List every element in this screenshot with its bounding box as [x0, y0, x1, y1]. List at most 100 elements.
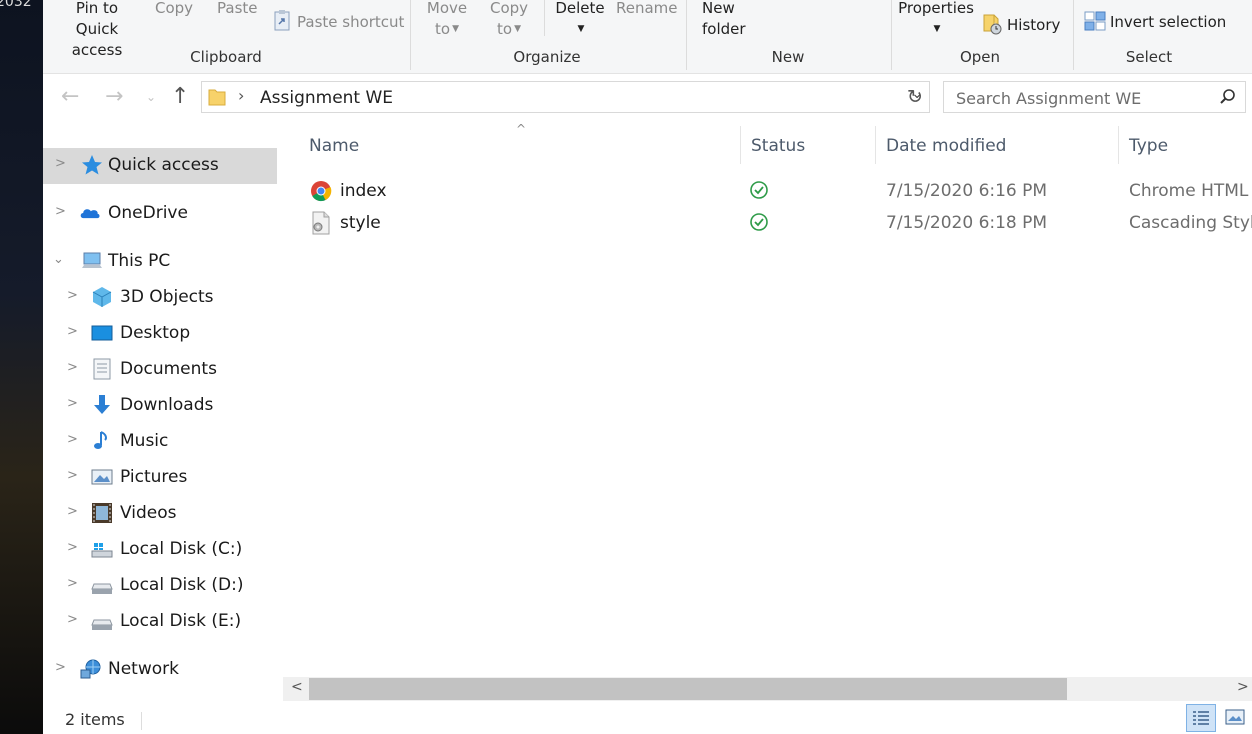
file-type: Cascading Style — [1129, 213, 1252, 233]
sidebar-item-label: OneDrive — [108, 203, 188, 223]
sidebar-item-network[interactable]: > Network — [43, 652, 277, 688]
sidebar-item-this-pc[interactable]: ⌄ This PC — [43, 244, 277, 280]
chevron-right-icon[interactable]: > — [67, 540, 78, 555]
windows-drive-icon — [91, 543, 113, 558]
chevron-right-icon[interactable]: > — [67, 576, 78, 591]
chevron-down-icon: ▼ — [933, 24, 941, 34]
search-input[interactable] — [954, 86, 1213, 110]
star-icon — [82, 155, 102, 175]
sidebar-item-local-disk-e[interactable]: > Local Disk (E:) — [43, 604, 277, 640]
group-clipboard-label: Clipboard — [190, 48, 262, 66]
details-view-button[interactable] — [1186, 704, 1216, 732]
sidebar-item-videos[interactable]: > Videos — [43, 496, 277, 532]
move-to-button[interactable]: Move to ▼ — [423, 0, 471, 40]
copy-to-button[interactable]: Copy to ▼ — [485, 0, 533, 40]
document-icon — [93, 358, 111, 380]
chevron-down-icon: ▼ — [514, 24, 521, 34]
sidebar-item-local-disk-c[interactable]: > Local Disk (C:) — [43, 532, 277, 568]
sidebar-item-local-disk-d[interactable]: > Local Disk (D:) — [43, 568, 277, 604]
chrome-icon — [311, 181, 332, 202]
pin-to-quick-access-button[interactable]: Pin to Quick access — [53, 0, 141, 61]
sidebar-item-music[interactable]: > Music — [43, 424, 277, 460]
chevron-right-icon[interactable]: > — [67, 432, 78, 447]
copy-button[interactable]: Copy — [155, 0, 193, 19]
chevron-right-icon[interactable]: > — [67, 288, 78, 303]
cloud-icon — [80, 209, 100, 219]
column-divider[interactable] — [740, 126, 741, 164]
up-arrow-icon[interactable]: ↑ — [171, 84, 189, 110]
chevron-right-icon[interactable]: > — [67, 324, 78, 339]
column-header-status[interactable]: Status — [751, 136, 805, 156]
ribbon-divider — [410, 0, 411, 70]
paste-shortcut-button[interactable]: Paste shortcut — [273, 10, 404, 33]
sidebar-item-label: Pictures — [120, 467, 188, 487]
chevron-down-icon[interactable]: ⌄ — [53, 252, 64, 267]
column-header-name[interactable]: Name — [309, 136, 359, 156]
paste-shortcut-label: Paste shortcut — [297, 13, 405, 31]
desktop-icon — [91, 325, 113, 341]
chevron-right-icon[interactable]: > — [67, 396, 78, 411]
group-new-label: New — [771, 48, 805, 66]
delete-label: Delete — [555, 0, 605, 17]
delete-button[interactable]: Delete ▼ — [555, 0, 605, 40]
chevron-right-icon[interactable]: > — [67, 468, 78, 483]
file-date-modified: 7/15/2020 6:18 PM — [886, 213, 1048, 233]
download-arrow-icon — [94, 395, 110, 414]
horizontal-scrollbar[interactable]: < > — [283, 677, 1252, 701]
new-folder-button[interactable]: New folder — [702, 0, 762, 40]
navigation-pane: > Quick access > OneDrive ⌄ This PC > 3D… — [43, 122, 278, 704]
sidebar-item-desktop[interactable]: > Desktop — [43, 316, 277, 352]
scroll-right-arrow-icon[interactable]: > — [1237, 679, 1249, 695]
sidebar-item-quick-access[interactable]: > Quick access — [43, 148, 277, 184]
back-arrow-icon[interactable]: ← — [61, 84, 79, 110]
chevron-right-icon[interactable]: > — [67, 612, 78, 627]
search-box[interactable] — [943, 81, 1246, 113]
properties-button[interactable]: Properties ▼ — [898, 0, 974, 40]
file-type: Chrome HTML D — [1129, 181, 1252, 201]
forward-arrow-icon[interactable]: → — [105, 84, 123, 110]
file-date-modified: 7/15/2020 6:16 PM — [886, 181, 1048, 201]
sidebar-item-3d-objects[interactable]: > 3D Objects — [43, 280, 277, 316]
sort-ascending-icon: ^ — [516, 122, 527, 136]
group-select-label: Select — [1125, 48, 1173, 66]
paste-button[interactable]: Paste — [217, 0, 258, 19]
large-icons-view-button[interactable] — [1220, 704, 1250, 732]
css-file-icon — [312, 211, 330, 235]
rename-button[interactable]: Rename — [616, 0, 678, 19]
paste-shortcut-icon — [274, 10, 290, 31]
sync-ok-check-icon — [750, 213, 768, 231]
scroll-left-arrow-icon[interactable]: < — [291, 679, 303, 695]
chevron-right-icon[interactable]: > — [55, 660, 66, 675]
history-button[interactable]: History — [982, 13, 1060, 36]
sidebar-item-label: Quick access — [108, 155, 219, 175]
desktop-background: 2032 — [0, 0, 43, 734]
recent-locations-chevron-icon[interactable]: ⌄ — [146, 84, 156, 110]
chevron-right-icon[interactable]: > — [55, 204, 66, 219]
file-row-index[interactable]: index 7/15/2020 6:16 PM Chrome HTML D — [307, 176, 1252, 206]
address-bar[interactable]: › Assignment WE ⌄ — [201, 81, 930, 113]
chevron-right-icon[interactable]: > — [67, 360, 78, 375]
invert-selection-button[interactable]: Invert selection — [1084, 11, 1226, 33]
file-list: ^ Name Status Date modified Type index 7… — [283, 122, 1252, 682]
chevron-right-icon[interactable]: > — [67, 504, 78, 519]
column-header-type[interactable]: Type — [1129, 136, 1168, 156]
scrollbar-thumb[interactable] — [309, 678, 1067, 700]
sidebar-item-documents[interactable]: > Documents — [43, 352, 277, 388]
column-header-date-modified[interactable]: Date modified — [886, 136, 1006, 156]
invert-selection-icon — [1084, 11, 1106, 31]
column-divider[interactable] — [875, 126, 876, 164]
sidebar-item-label: This PC — [108, 251, 171, 271]
refresh-icon[interactable]: ↻ — [907, 86, 923, 108]
cube-icon — [92, 287, 112, 307]
column-divider[interactable] — [1118, 126, 1119, 164]
search-icon[interactable] — [1220, 89, 1236, 105]
breadcrumb-current[interactable]: Assignment WE — [260, 88, 393, 108]
network-icon — [80, 659, 101, 679]
file-row-style[interactable]: style 7/15/2020 6:18 PM Cascading Style — [307, 208, 1252, 238]
sidebar-item-pictures[interactable]: > Pictures — [43, 460, 277, 496]
history-label: History — [1007, 16, 1061, 34]
sidebar-item-onedrive[interactable]: > OneDrive — [43, 196, 277, 232]
sidebar-item-downloads[interactable]: > Downloads — [43, 388, 277, 424]
chevron-right-icon[interactable]: > — [55, 156, 66, 171]
sidebar-item-label: 3D Objects — [120, 287, 214, 307]
